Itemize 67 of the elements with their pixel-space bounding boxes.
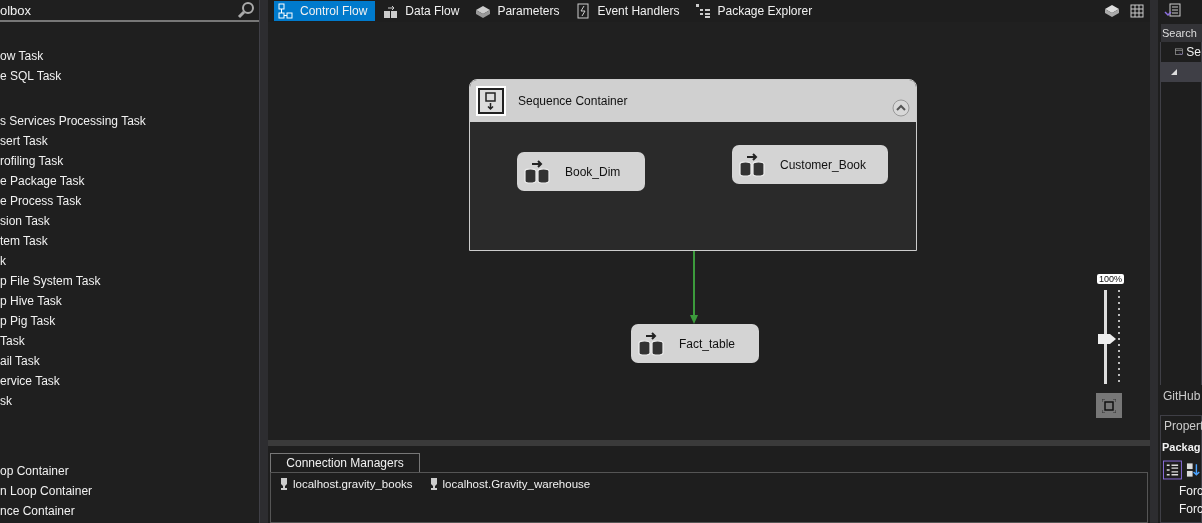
lightning-page-icon (575, 3, 592, 19)
connection-managers-tab[interactable]: Connection Managers (270, 453, 420, 472)
task-node[interactable]: Fact_table (631, 324, 759, 363)
search-icon[interactable] (237, 1, 255, 19)
toolbox-item[interactable]: ervice Task (0, 371, 259, 391)
container-icon (476, 86, 506, 116)
toolbox-item[interactable]: s Services Processing Task (0, 111, 259, 131)
expand-triangle-icon[interactable] (1171, 69, 1177, 75)
toolbox-item[interactable]: Task (0, 331, 259, 351)
block-icon[interactable] (1104, 4, 1120, 18)
connection-manager[interactable]: localhost.Gravity_warehouse (442, 478, 591, 490)
tree-list-icon (695, 3, 712, 19)
panel-tab[interactable]: GitHub (1158, 385, 1202, 407)
designer-tab[interactable]: Data Flow (379, 1, 468, 21)
task-label: Customer_Book (780, 157, 867, 172)
block-icon (475, 3, 492, 19)
database-transfer-icon (738, 150, 768, 179)
task-label: Fact_table (679, 336, 736, 351)
designer-tab[interactable]: Package Explorer (691, 1, 821, 21)
toolbox-item[interactable]: ow Task (0, 46, 259, 66)
database-transfer-icon (523, 157, 553, 186)
collapse-icon[interactable] (892, 99, 910, 117)
task-label: Book_Dim (565, 164, 621, 179)
toolbox-item[interactable]: p Pig Task (0, 311, 259, 331)
tree-item[interactable]: Se (1186, 45, 1201, 59)
database-transfer-icon (637, 329, 667, 358)
toolbox-item[interactable]: sk (0, 391, 259, 411)
panel-title: olbox (0, 2, 32, 18)
categorized-icon[interactable] (1163, 460, 1182, 480)
property-name: Forc (1178, 483, 1201, 500)
toolbox-item[interactable]: ail Task (0, 351, 259, 371)
container-title: Sequence Container (518, 94, 628, 108)
zoom-reading: 100% (1097, 274, 1125, 284)
object-name: Packag (1161, 440, 1201, 455)
task-node[interactable]: Customer_Book (732, 145, 888, 184)
toolbox-item[interactable]: nce Container (0, 501, 259, 521)
designer-tab[interactable]: Parameters (471, 1, 568, 21)
connection-manager[interactable]: localhost.gravity_books (293, 478, 413, 490)
toolbox-item[interactable]: sion Task (0, 211, 259, 231)
fit-view-button[interactable] (1096, 393, 1122, 418)
connection-icon (428, 477, 439, 491)
fit-icon (1102, 398, 1116, 413)
connector-arrow[interactable] (689, 251, 699, 324)
search-field[interactable]: Search (1161, 24, 1202, 42)
designer-tab[interactable]: Control Flow (274, 1, 376, 21)
toolbox-item[interactable]: rofiling Task (0, 151, 259, 171)
toolbox-item[interactable]: e Process Task (0, 191, 259, 211)
toolbox-item[interactable]: n Loop Container (0, 481, 259, 501)
toolbox-item[interactable]: sert Task (0, 131, 259, 151)
boxes-icon (383, 3, 400, 19)
property-name: Forc (1178, 501, 1201, 518)
toolbox-item[interactable]: e Package Task (0, 171, 259, 191)
designer-tab[interactable]: Event Handlers (571, 1, 688, 21)
toolbox-item[interactable]: p Hive Task (0, 291, 259, 311)
grid-icon[interactable] (1130, 4, 1144, 18)
toolbox-item[interactable]: k (0, 251, 259, 271)
toolbox-item[interactable]: op Container (0, 461, 259, 481)
toolbox-item[interactable]: tem Task (0, 231, 259, 251)
sequence-container[interactable]: Sequence Container Book_Dim Customer_Book (469, 79, 917, 251)
flowchart-icon (278, 3, 294, 19)
toolbox-item[interactable]: e SQL Task (0, 66, 259, 86)
sort-icon[interactable] (1185, 462, 1201, 478)
toolbox-item[interactable]: p File System Task (0, 271, 259, 291)
connection-icon (279, 477, 289, 491)
document-icon[interactable] (1164, 3, 1184, 19)
slider-thumb[interactable] (1098, 333, 1116, 344)
task-node[interactable]: Book_Dim (517, 152, 645, 191)
